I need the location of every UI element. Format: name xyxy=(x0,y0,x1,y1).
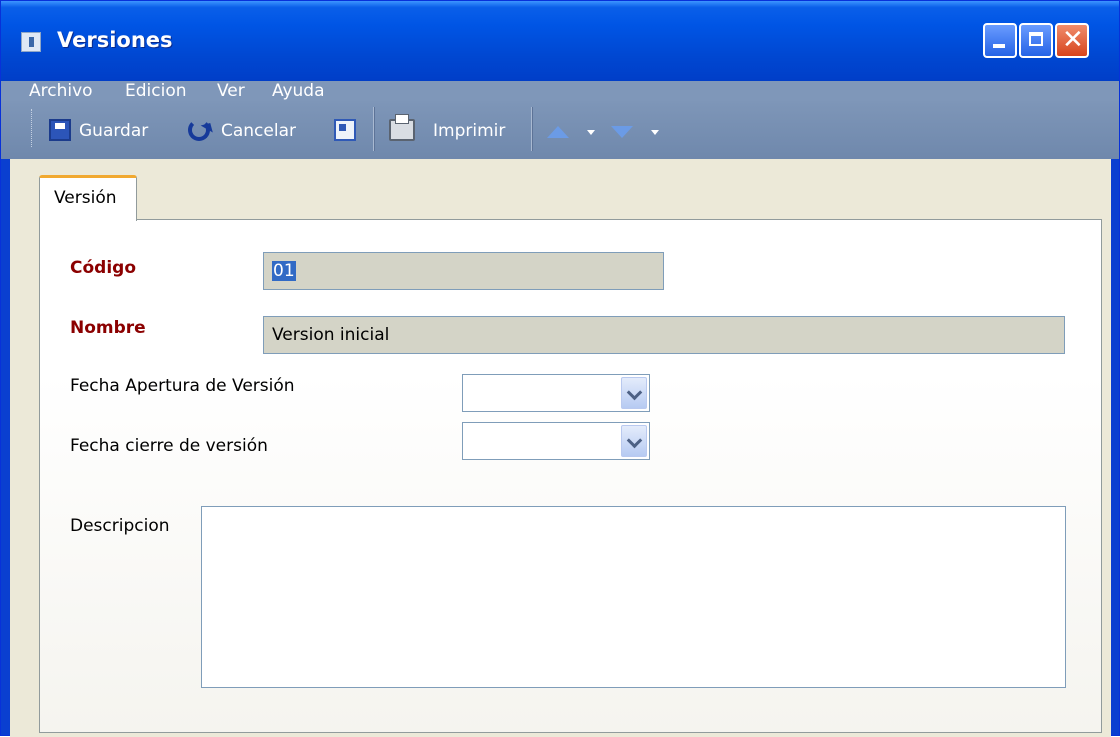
close-button[interactable]: ✕ xyxy=(1055,23,1089,58)
maximize-button[interactable] xyxy=(1019,23,1053,58)
toolbar: Guardar Cancelar Imprimir xyxy=(1,101,1119,159)
maximize-icon xyxy=(1029,32,1043,46)
cancel-button[interactable]: Cancelar xyxy=(221,117,296,145)
menu-edicion[interactable]: Edicion xyxy=(125,81,187,101)
arrow-down-icon[interactable] xyxy=(611,126,633,138)
chevron-down-icon[interactable] xyxy=(587,130,595,135)
chevron-down-icon[interactable] xyxy=(621,425,647,457)
toolbar-separator xyxy=(531,107,532,151)
printer-icon[interactable] xyxy=(389,114,415,141)
fecha-cierre-label: Fecha cierre de versión xyxy=(70,436,268,456)
tab-label: Versión xyxy=(54,188,117,208)
fecha-apertura-label: Fecha Apertura de Versión xyxy=(70,376,295,396)
export-icon[interactable] xyxy=(334,119,356,141)
toolbar-grip[interactable] xyxy=(31,109,36,147)
codigo-label: Código xyxy=(70,258,136,278)
toolbar-separator xyxy=(373,107,374,151)
tab-panel: Código 01 Nombre Version inicial Fecha A… xyxy=(39,219,1102,733)
nombre-field[interactable]: Version inicial xyxy=(263,316,1065,354)
chevron-down-icon[interactable] xyxy=(651,130,659,135)
versiones-window: Versiones ✕ Archivo Edicion Ver Ayuda Gu… xyxy=(0,0,1120,737)
fecha-cierre-picker[interactable] xyxy=(462,422,650,460)
menu-ver[interactable]: Ver xyxy=(217,81,245,101)
descripcion-textarea[interactable] xyxy=(201,506,1066,688)
menu-bar: Archivo Edicion Ver Ayuda xyxy=(1,81,1119,101)
undo-icon[interactable] xyxy=(188,119,210,141)
descripcion-label: Descripcion xyxy=(70,516,170,536)
title-bar[interactable]: Versiones ✕ xyxy=(1,1,1119,81)
arrow-up-icon[interactable] xyxy=(547,126,569,138)
save-button[interactable]: Guardar xyxy=(79,117,148,145)
document-icon xyxy=(21,32,41,52)
client-area: Versión Código 01 Nombre Version inicial… xyxy=(10,159,1111,737)
close-icon: ✕ xyxy=(1062,25,1084,55)
menu-archivo[interactable]: Archivo xyxy=(29,81,93,101)
menu-ayuda[interactable]: Ayuda xyxy=(272,81,325,101)
minimize-icon xyxy=(993,44,1005,48)
tab-version[interactable]: Versión xyxy=(39,175,137,221)
fecha-apertura-picker[interactable] xyxy=(462,374,650,412)
window-title: Versiones xyxy=(57,28,173,52)
minimize-button[interactable] xyxy=(983,23,1017,58)
print-button[interactable]: Imprimir xyxy=(433,117,505,145)
nombre-value: Version inicial xyxy=(272,325,390,345)
chevron-down-icon[interactable] xyxy=(621,377,647,409)
codigo-value: 01 xyxy=(272,261,296,281)
nombre-label: Nombre xyxy=(70,318,146,338)
codigo-field[interactable]: 01 xyxy=(263,252,664,290)
save-icon[interactable] xyxy=(49,119,71,141)
